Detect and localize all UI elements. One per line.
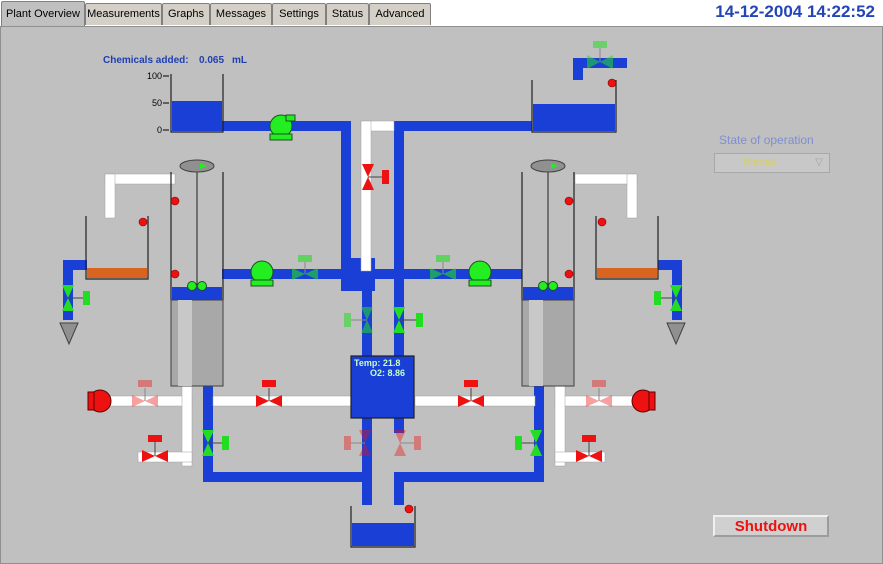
state-of-operation-value: Normal xyxy=(743,157,776,168)
tab-graphs[interactable]: Graphs xyxy=(162,3,210,25)
tab-settings[interactable]: Settings xyxy=(272,3,326,25)
tab-messages[interactable]: Messages xyxy=(210,3,272,25)
chemicals-added-value: 0.065 xyxy=(199,55,225,66)
right-sludge-tank xyxy=(595,216,659,280)
top-right-tank xyxy=(531,80,617,133)
gauge-tick-100: 100 xyxy=(146,71,162,81)
left-reactor xyxy=(170,172,224,387)
sensor-temp-readout: Temp: 21.8 xyxy=(354,358,401,368)
chemicals-added-unit: mL xyxy=(232,55,247,66)
tab-advanced[interactable]: Advanced xyxy=(369,3,431,25)
pump-chemicals-icon[interactable] xyxy=(269,114,296,141)
gauge-tick-0: 0 xyxy=(156,125,162,135)
gauge-tick-50: 50 xyxy=(151,98,162,108)
pump-left-inlet-icon[interactable] xyxy=(87,389,112,413)
shutdown-button[interactable]: Shutdown xyxy=(713,515,829,537)
chevron-down-icon: ▽ xyxy=(815,157,823,168)
tab-measurements[interactable]: Measurements xyxy=(85,3,162,25)
state-of-operation-label: State of operation xyxy=(719,133,814,147)
state-of-operation-select[interactable]: Normal ▽ xyxy=(714,153,830,173)
drain-arrow-right-icon xyxy=(666,322,686,346)
valve-bottom-center-right-icon[interactable] xyxy=(394,430,421,456)
process-diagram xyxy=(59,41,686,548)
left-sludge-tank xyxy=(85,216,149,280)
sensor-o2-readout: O2: 8.86 xyxy=(370,368,406,378)
datetime-display: 14-12-2004 14:22:52 xyxy=(715,2,875,21)
drain-arrow-left-icon xyxy=(59,322,79,346)
tab-plant-overview[interactable]: Plant Overview xyxy=(1,1,85,26)
chemicals-added-label: Chemicals added: xyxy=(103,55,189,66)
pump-right-recirc-icon[interactable] xyxy=(468,260,492,287)
pump-left-recirc-icon[interactable] xyxy=(250,260,274,287)
tab-status[interactable]: Status xyxy=(326,3,369,25)
tab-bar: Plant Overview Measurements Graphs Messa… xyxy=(0,0,883,27)
bottom-tank xyxy=(350,506,416,548)
pump-right-inlet-icon[interactable] xyxy=(631,389,656,413)
chemicals-tank xyxy=(163,74,224,133)
